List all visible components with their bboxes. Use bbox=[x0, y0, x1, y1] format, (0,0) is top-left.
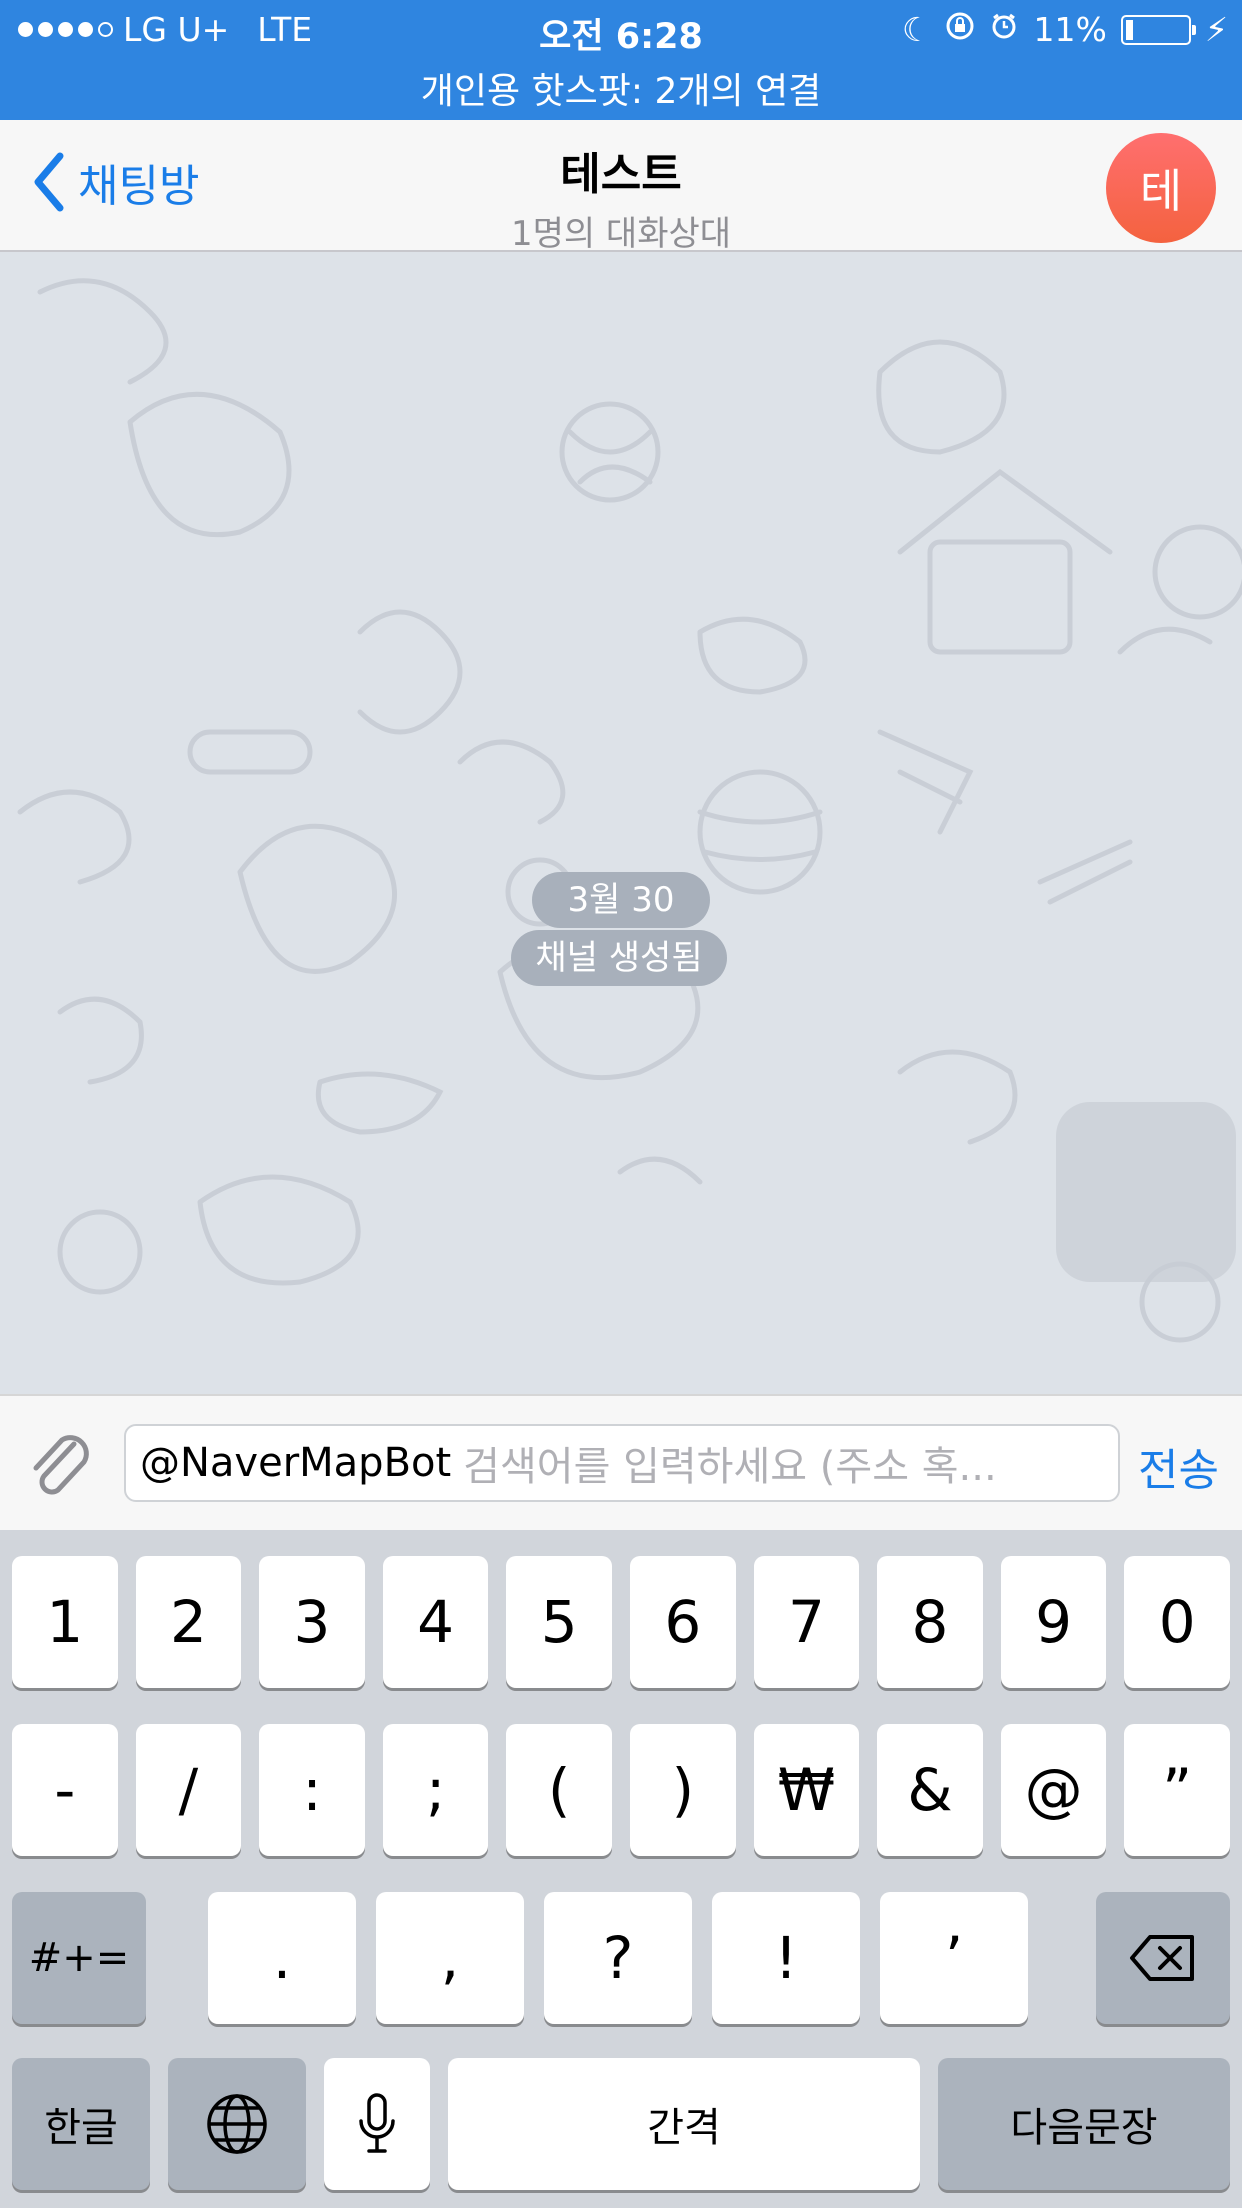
alarm-icon bbox=[989, 10, 1019, 49]
service-message: 채널 생성됨 bbox=[511, 930, 727, 986]
back-label: 채팅방 bbox=[78, 161, 200, 212]
date-badge: 3월 30 bbox=[532, 872, 710, 928]
input-placeholder: 검색어를 입력하세요 (주소 혹... bbox=[463, 1444, 997, 1490]
symbol-key[interactable]: ; bbox=[382, 1724, 489, 1856]
rotation-lock-icon bbox=[945, 10, 975, 49]
hotspot-banner[interactable]: 개인용 핫스팟: 2개의 연결 bbox=[0, 62, 1242, 114]
key-return[interactable]: 다음문장 bbox=[938, 2058, 1230, 2190]
number-key[interactable]: 2 bbox=[135, 1556, 242, 1688]
number-key[interactable]: 7 bbox=[753, 1556, 860, 1688]
key-delete[interactable] bbox=[1096, 1892, 1230, 2024]
punctuation-key[interactable]: , bbox=[376, 1892, 524, 2024]
symbol-key[interactable]: @ bbox=[1000, 1724, 1107, 1856]
battery-percent: 11% bbox=[1033, 10, 1107, 49]
keyboard: 1234567890 - /:;() ₩ & @” #+= .,?!’ 한글 간격 다음… bbox=[0, 1530, 1242, 2208]
key-dictation[interactable] bbox=[324, 2058, 430, 2190]
back-button[interactable]: 채팅방 bbox=[32, 150, 199, 214]
floating-overlay bbox=[1056, 1102, 1236, 1282]
status-bar: LG U+ LTE 오전 6:28 ☾ 11% ⚡︎ 개인용 핫스팟: 2개의 … bbox=[0, 0, 1242, 120]
chevron-left-icon bbox=[34, 152, 64, 212]
key-space[interactable]: 간격 bbox=[448, 2058, 920, 2190]
avatar[interactable]: 테 bbox=[1106, 133, 1216, 243]
backspace-icon bbox=[1130, 1935, 1194, 1981]
symbol-key[interactable]: & bbox=[877, 1724, 983, 1856]
chat-header[interactable]: 테스트 1명의 대화상대 bbox=[300, 138, 942, 255]
battery-icon bbox=[1120, 14, 1196, 45]
message-input[interactable]: @NaverMapBot 검색어를 입력하세요 (주소 혹... bbox=[124, 1424, 1120, 1502]
punctuation-key[interactable]: . bbox=[208, 1892, 356, 2024]
key-symbols[interactable]: #+= bbox=[12, 1892, 146, 2024]
page-title: 테스트 bbox=[560, 149, 682, 200]
bot-mention: @NaverMapBot bbox=[140, 1440, 452, 1486]
attach-button[interactable] bbox=[22, 1426, 98, 1506]
navigation-bar: 채팅방 테스트 1명의 대화상대 테 bbox=[0, 120, 1242, 255]
paperclip-icon bbox=[33, 1435, 89, 1495]
number-key[interactable]: 9 bbox=[1000, 1556, 1107, 1688]
chat-area: 3월 30 채널 생성됨 bbox=[0, 252, 1242, 1394]
number-key[interactable]: 6 bbox=[630, 1556, 736, 1688]
punctuation-key[interactable]: ’ bbox=[880, 1892, 1028, 2024]
number-key[interactable]: 3 bbox=[259, 1556, 365, 1688]
punctuation-key[interactable]: ! bbox=[712, 1892, 860, 2024]
microphone-icon bbox=[359, 2093, 395, 2153]
number-key[interactable]: 5 bbox=[506, 1556, 612, 1688]
number-key[interactable]: 1 bbox=[12, 1556, 118, 1688]
number-key[interactable]: 8 bbox=[877, 1556, 983, 1688]
symbol-key[interactable]: - bbox=[12, 1724, 118, 1856]
symbol-key[interactable]: / bbox=[135, 1724, 242, 1856]
send-button[interactable]: 전송 bbox=[1138, 1434, 1219, 1498]
charging-icon: ⚡︎ bbox=[1204, 10, 1228, 49]
moon-icon: ☾ bbox=[901, 10, 932, 49]
key-language[interactable]: 한글 bbox=[12, 2058, 150, 2190]
number-key[interactable]: 0 bbox=[1124, 1556, 1230, 1688]
member-count: 1명의 대화상대 bbox=[510, 214, 732, 254]
message-input-bar: @NaverMapBot 검색어를 입력하세요 (주소 혹... 전송 bbox=[0, 1394, 1242, 1532]
number-key[interactable]: 4 bbox=[382, 1556, 489, 1688]
symbol-key[interactable]: ₩ bbox=[753, 1724, 860, 1856]
symbol-key[interactable]: ” bbox=[1124, 1724, 1230, 1856]
symbol-key[interactable]: ) bbox=[630, 1724, 736, 1856]
key-globe[interactable] bbox=[168, 2058, 306, 2190]
symbol-key[interactable]: : bbox=[259, 1724, 365, 1856]
globe-icon bbox=[207, 2094, 267, 2154]
punctuation-key[interactable]: ? bbox=[544, 1892, 692, 2024]
symbol-key[interactable]: ( bbox=[506, 1724, 612, 1856]
